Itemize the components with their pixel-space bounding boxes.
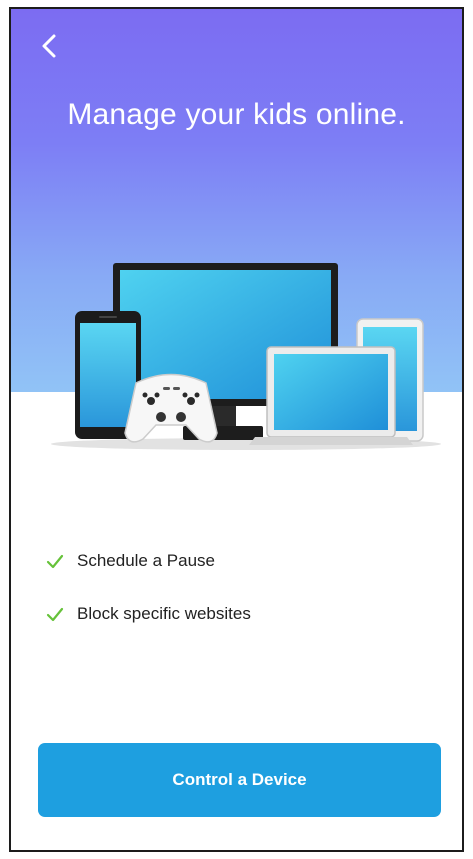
chevron-left-icon: [42, 34, 56, 58]
devices-illustration: [51, 263, 441, 450]
feature-label: Schedule a Pause: [77, 551, 215, 570]
check-icon: [46, 554, 64, 569]
game-controller: [124, 373, 218, 443]
feature-label: Block specific websites: [77, 604, 251, 623]
back-button[interactable]: [35, 31, 65, 61]
control-a-device-button[interactable]: Control a Device: [38, 743, 441, 817]
check-icon: [46, 607, 64, 622]
app-screen: Manage your kids online. Schedule a Paus…: [9, 7, 464, 852]
laptop: [249, 346, 413, 445]
page-title: Manage your kids online.: [67, 98, 406, 131]
